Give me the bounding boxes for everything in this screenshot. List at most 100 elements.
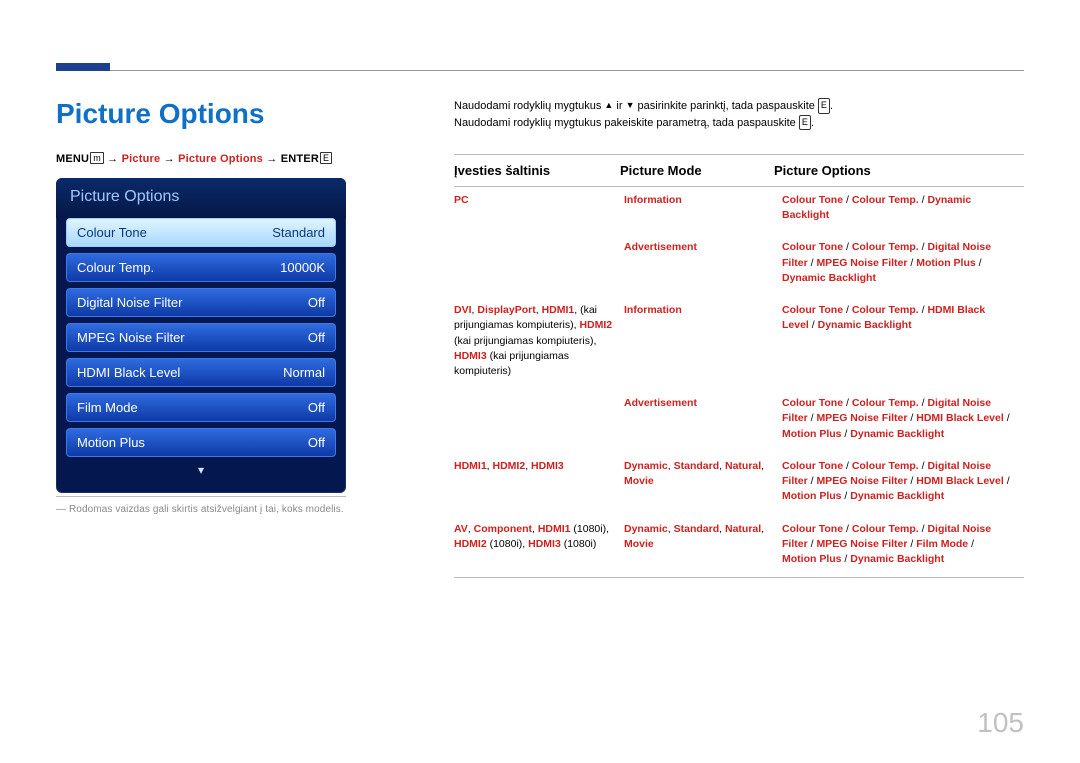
options-table: Įvesties šaltinis Picture Mode Picture O… (454, 154, 1024, 578)
enter-icon: E (818, 98, 830, 114)
table-cell-token: HDMI3 (531, 460, 564, 472)
chevron-down-icon: ▾ (56, 463, 346, 477)
table-cell-token: Motion Plus (782, 428, 842, 440)
osd-row[interactable]: Digital Noise FilterOff (66, 288, 336, 317)
table-row: DVI, DisplayPort, HDMI1, (kai prijungiam… (454, 296, 1024, 389)
osd-row[interactable]: MPEG Noise FilterOff (66, 323, 336, 352)
table-header-row: Įvesties šaltinis Picture Mode Picture O… (454, 155, 1024, 187)
table-cell-token: Colour Temp. (852, 241, 919, 253)
table-cell-token: / (907, 475, 916, 487)
table-cell-token: Colour Temp. (852, 460, 919, 472)
table-cell-token: Dynamic (624, 460, 668, 472)
enter-icon: E (799, 115, 811, 131)
table-cell-token: / (843, 523, 852, 535)
table-cell-source: PC (454, 193, 624, 223)
breadcrumb: MENUm → Picture → Picture Options → ENTE… (56, 152, 332, 165)
osd-row-label: HDMI Black Level (77, 365, 180, 380)
breadcrumb-arrow: → (164, 153, 178, 165)
osd-row[interactable]: Colour Temp.10000K (66, 253, 336, 282)
left-separator (56, 496, 346, 497)
table-cell-token: / (843, 194, 852, 206)
table-cell-token: / (968, 538, 974, 550)
page: Picture Options MENUm → Picture → Pictur… (0, 0, 1080, 763)
table-cell-token: AV (454, 523, 468, 535)
table-cell-options: Colour Tone / Colour Temp. / HDMI Black … (782, 303, 1020, 379)
intro-text-part: pasirinkite parinktį, tada paspauskite (634, 100, 817, 112)
breadcrumb-picture: Picture (122, 153, 161, 165)
table-cell-token: Dynamic (624, 523, 668, 535)
table-cell-token: Standard (674, 460, 720, 472)
osd-row[interactable]: Colour Tone Standard (66, 218, 336, 247)
table-cell-token: / (843, 304, 852, 316)
table-cell-token: Colour Tone (782, 523, 843, 535)
intro-text-part: Naudodami rodyklių mygtukus pakeiskite p… (454, 117, 799, 129)
osd-row-label: Motion Plus (77, 435, 145, 450)
table-cell-token: Component (474, 523, 532, 535)
osd-row[interactable]: HDMI Black LevelNormal (66, 358, 336, 387)
table-cell-token: Movie (624, 475, 654, 487)
table-row: PCInformationColour Tone / Colour Temp. … (454, 187, 1024, 233)
table-cell-token: Motion Plus (782, 553, 842, 565)
table-cell-token: HDMI2 (493, 460, 526, 472)
table-cell-token: HDMI1 (542, 304, 575, 316)
table-cell-token: Colour Tone (782, 304, 843, 316)
osd-row[interactable]: Film ModeOff (66, 393, 336, 422)
table-cell-options: Colour Tone / Colour Temp. / Digital Noi… (782, 240, 1020, 286)
intro-text: Naudodami rodyklių mygtukus ▲ ir ▼ pasir… (454, 98, 1024, 131)
table-cell-token: MPEG Noise Filter (816, 257, 907, 269)
osd-row-value: Off (308, 295, 325, 310)
table-cell-source: DVI, DisplayPort, HDMI1, (kai prijungiam… (454, 303, 624, 379)
intro-text-part: . (830, 100, 833, 112)
table-cell-source (454, 396, 624, 442)
table-cell-token: Advertisement (624, 397, 697, 409)
table-cell-token: HDMI3 (454, 350, 487, 362)
table-cell-mode: Advertisement (624, 240, 782, 286)
table-cell-options: Colour Tone / Colour Temp. / Digital Noi… (782, 459, 1020, 505)
osd-row-value: Off (308, 330, 325, 345)
table-cell-options: Colour Tone / Colour Temp. / Dynamic Bac… (782, 193, 1020, 223)
table-cell-token: Motion Plus (782, 490, 842, 502)
table-cell-source: AV, Component, HDMI1 (1080i), HDMI2 (108… (454, 522, 624, 568)
table-cell-token: / (976, 257, 982, 269)
table-cell-token: / (1004, 412, 1010, 424)
table-cell-token: (1080i), (487, 538, 528, 550)
breadcrumb-arrow: → (266, 153, 280, 165)
osd-title: Picture Options (56, 178, 346, 218)
table-cell-token: Colour Temp. (852, 304, 919, 316)
table-cell-token: Advertisement (624, 241, 697, 253)
table-cell-token: Film Mode (916, 538, 968, 550)
table-cell-token: (1080i) (561, 538, 597, 550)
page-heading: Picture Options (56, 98, 264, 130)
table-cell-token: DVI (454, 304, 472, 316)
menu-icon: m (90, 152, 104, 164)
table-cell-token: Movie (624, 538, 654, 550)
table-cell-mode: Dynamic, Standard, Natural, Movie (624, 522, 782, 568)
table-cell-token: / (843, 241, 852, 253)
table-cell-token: Dynamic Backlight (850, 553, 944, 565)
table-header-options: Picture Options (774, 155, 1024, 186)
table-cell-token: / (843, 460, 852, 472)
table-cell-token: HDMI Black Level (916, 412, 1004, 424)
table-row: AV, Component, HDMI1 (1080i), HDMI2 (108… (454, 515, 1024, 578)
intro-text-part: Naudodami rodyklių mygtukus (454, 100, 604, 112)
table-cell-token: / (842, 428, 851, 440)
table-cell-token: HDMI1 (538, 523, 571, 535)
intro-text-part: . (811, 117, 814, 129)
table-cell-token: PC (454, 194, 469, 206)
table-cell-token: / (907, 538, 916, 550)
breadcrumb-menu: MENU (56, 153, 89, 165)
table-cell-token: Natural (725, 460, 761, 472)
table-cell-token: / (907, 257, 916, 269)
osd-row[interactable]: Motion Plus Off (66, 428, 336, 457)
osd-row-value: Standard (272, 225, 325, 240)
table-cell-token: Colour Tone (782, 460, 843, 472)
table-cell-token: MPEG Noise Filter (816, 412, 907, 424)
table-cell-token: Colour Tone (782, 194, 843, 206)
osd-row-value: Off (308, 435, 325, 450)
table-cell-token: Colour Tone (782, 397, 843, 409)
table-cell-token: HDMI3 (528, 538, 561, 550)
osd-row-label: Colour Tone (77, 225, 147, 240)
breadcrumb-arrow: → (107, 153, 121, 165)
table-cell-token: Dynamic Backlight (850, 428, 944, 440)
breadcrumb-enter: ENTER (281, 153, 319, 165)
